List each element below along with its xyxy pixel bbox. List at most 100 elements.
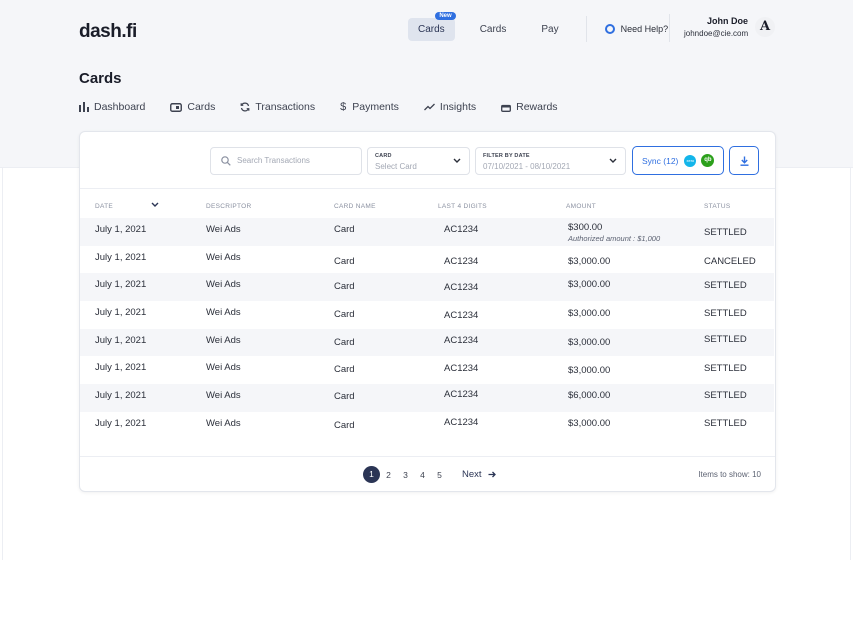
subnav-dashboard[interactable]: Dashboard <box>79 101 145 113</box>
subnav-cards[interactable]: Cards <box>170 101 215 113</box>
cell-last-4-digits: AC1234 <box>444 282 479 294</box>
table-row[interactable]: July 1, 2021 Wei Ads Card AC1234 $3,000.… <box>80 246 774 274</box>
cell-last-4-digits: AC1234 <box>444 310 479 322</box>
table-row[interactable]: July 1, 2021 Wei Ads Card AC1234 $300.00… <box>80 218 774 246</box>
subnav-label: Cards <box>187 101 216 113</box>
cell-amount: $3,000.00 <box>568 255 611 267</box>
cell-descriptor: Wei Ads <box>206 224 241 235</box>
cell-status: CANCELED <box>704 255 756 267</box>
cell-descriptor: Wei Ads <box>206 307 241 319</box>
download-button[interactable] <box>729 146 760 175</box>
cell-card-name: Card <box>334 419 355 431</box>
table-row[interactable]: July 1, 2021 Wei Ads Card AC1234 $3,000.… <box>80 273 774 302</box>
topnav-cards[interactable]: Cards <box>470 18 517 41</box>
page-border-right <box>850 168 851 560</box>
page-2-button[interactable]: 2 <box>380 470 397 480</box>
subnav-label: Dashboard <box>94 101 146 113</box>
page-4-button[interactable]: 4 <box>414 470 431 480</box>
date-filter-value: 07/10/2021 - 08/10/2021 <box>483 161 571 171</box>
filter-bar: CARD Select Card FILTER BY DATE 07/10/20… <box>210 146 760 175</box>
table-row[interactable]: July 1, 2021 Wei Ads Card AC1234 $3,000.… <box>80 301 774 329</box>
column-header-descriptor: DESCRIPTOR <box>206 203 252 210</box>
table-row[interactable]: July 1, 2021 Wei Ads Card AC1234 $3,000.… <box>80 356 774 384</box>
cell-amount: $3,000.00 <box>568 308 611 320</box>
cell-card-name: Card <box>334 224 355 235</box>
filter-divider <box>80 188 775 189</box>
subnav-label: Payments <box>352 101 399 113</box>
page-5-button[interactable]: 5 <box>431 470 448 480</box>
cell-descriptor: Wei Ads <box>206 251 241 263</box>
user-divider <box>669 14 670 42</box>
transactions-card: CARD Select Card FILTER BY DATE 07/10/20… <box>79 131 776 492</box>
sync-label: Sync (12) <box>642 155 679 166</box>
page-title: Cards <box>79 70 122 87</box>
user-info[interactable]: John Doe johndoe@cie.com <box>684 16 748 38</box>
search-input[interactable] <box>237 156 347 165</box>
cell-date: July 1, 2021 <box>95 390 147 402</box>
pagination: 1 2 3 4 5 Next <box>363 466 496 483</box>
sync-button[interactable]: Sync (12) xero qb <box>632 146 725 175</box>
cell-amount: $6,000.00 <box>568 390 611 402</box>
page-3-button[interactable]: 3 <box>397 470 414 480</box>
subnav-transactions[interactable]: Transactions <box>240 101 315 113</box>
cell-last-4-digits: AC1234 <box>444 224 479 235</box>
subnav-insights[interactable]: Insights <box>423 101 476 113</box>
table-row[interactable]: July 1, 2021 Wei Ads Card AC1234 $3,000.… <box>80 412 774 440</box>
column-header-card-name: CARD NAME <box>334 203 376 210</box>
help-lifebuoy-icon <box>604 24 615 34</box>
cell-card-name: Card <box>334 336 355 348</box>
cell-status: SETTLED <box>704 390 747 402</box>
column-header-amount: AMOUNT <box>566 203 596 210</box>
topnav-pay[interactable]: Pay <box>531 18 568 41</box>
cell-status: SETTLED <box>704 227 747 238</box>
footer-divider <box>80 456 775 457</box>
column-header-date[interactable]: DATE <box>95 203 113 210</box>
cell-card-name: Card <box>334 364 355 376</box>
chevron-down-icon <box>609 158 617 163</box>
cell-amount: $3,000.00 <box>568 279 611 291</box>
card-select[interactable]: CARD Select Card <box>367 146 470 175</box>
top-nav: Cards New Cards Pay Need Help? <box>408 11 668 42</box>
next-page-button[interactable]: Next <box>462 469 496 480</box>
cell-card-name: Card <box>334 255 355 267</box>
cell-date: July 1, 2021 <box>95 224 147 235</box>
trend-icon <box>423 103 435 111</box>
cell-descriptor: Wei Ads <box>206 390 241 402</box>
next-label: Next <box>462 469 482 480</box>
cell-amount: $3,000.00 <box>568 365 611 377</box>
topnav-label: Cards <box>479 23 507 35</box>
sort-chevron-icon[interactable] <box>151 202 159 208</box>
table-header: DATE DESCRIPTOR CARD NAME LAST 4 DIGITS … <box>80 202 775 215</box>
help-link[interactable]: Need Help? <box>604 24 668 34</box>
column-header-status: STATUS <box>704 203 731 210</box>
search-box[interactable] <box>210 146 362 175</box>
cell-date: July 1, 2021 <box>95 417 147 429</box>
page-1-button[interactable]: 1 <box>363 466 380 483</box>
column-header-last-4-digits: LAST 4 DIGITS <box>438 203 487 210</box>
page-border-left <box>2 168 3 560</box>
subnav-payments[interactable]: $ Payments <box>340 101 399 113</box>
cell-last-4-digits: AC1234 <box>444 255 479 267</box>
cell-date: July 1, 2021 <box>95 251 147 263</box>
subnav-rewards[interactable]: Rewards <box>501 101 558 113</box>
xero-icon: xero <box>684 154 697 167</box>
card-select-value: Select Card <box>375 161 417 171</box>
date-filter-select[interactable]: FILTER BY DATE 07/10/2021 - 08/10/2021 <box>475 146 626 175</box>
avatar[interactable]: A <box>755 17 775 37</box>
refresh-icon <box>240 102 250 112</box>
cell-date: July 1, 2021 <box>95 334 147 346</box>
search-icon <box>221 155 231 166</box>
cell-date: July 1, 2021 <box>95 279 147 291</box>
cell-status: SETTLED <box>704 280 747 292</box>
cell-date: July 1, 2021 <box>95 307 147 319</box>
cell-descriptor: Wei Ads <box>206 362 241 374</box>
cell-last-4-digits: AC1234 <box>444 334 479 346</box>
subnav-label: Rewards <box>516 101 558 113</box>
card-icon <box>170 102 183 112</box>
card-select-label: CARD <box>375 152 392 159</box>
topnav-cards-new[interactable]: Cards New <box>408 11 456 41</box>
table-row[interactable]: July 1, 2021 Wei Ads Card AC1234 $3,000.… <box>80 328 774 357</box>
table-row[interactable]: July 1, 2021 Wei Ads Card AC1234 $6,000.… <box>80 384 774 412</box>
items-per-page[interactable]: Items to show: 10 <box>698 470 761 479</box>
brand-logo[interactable]: dash.fi <box>79 21 137 43</box>
